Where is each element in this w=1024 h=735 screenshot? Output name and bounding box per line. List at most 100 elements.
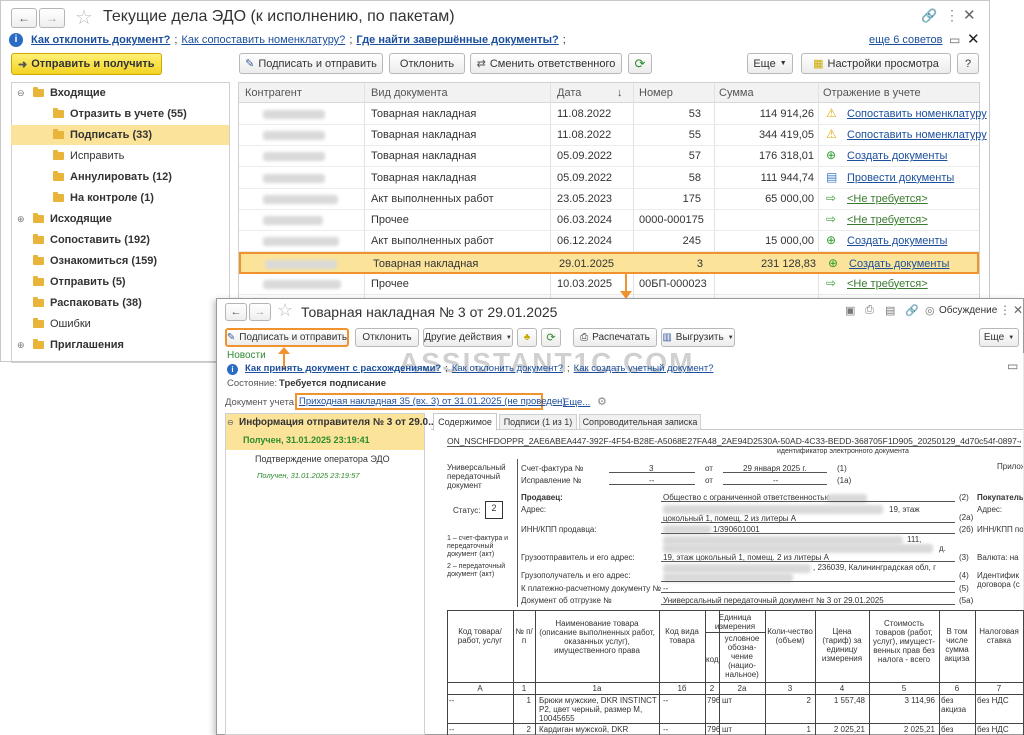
tree-item[interactable]: ⊕ Приглашения bbox=[11, 335, 229, 355]
attach-icon[interactable]: ▤ bbox=[885, 304, 895, 317]
collapse-icon[interactable]: ⊖ bbox=[227, 418, 234, 427]
table-cell: 1 bbox=[806, 725, 811, 734]
hint-link-accept-diff[interactable]: Как принять документ с расхождениями? bbox=[245, 363, 441, 374]
accounting-action-link[interactable]: Создать документы bbox=[847, 235, 947, 247]
table-row[interactable]: Товарная накладная 11.08.2022 55 344 419,05… bbox=[239, 125, 987, 147]
more-dots-icon[interactable]: ⋯ bbox=[549, 397, 559, 408]
acc-more-link[interactable]: Еще... bbox=[563, 397, 590, 408]
forward-button[interactable]: → bbox=[249, 303, 271, 321]
table-grid-line bbox=[815, 610, 816, 735]
accounting-action-link[interactable]: Сопоставить номенклатуру bbox=[847, 108, 987, 120]
doc-sign-send-button[interactable]: ✎ Подписать и отправить bbox=[225, 328, 349, 347]
other-actions-button[interactable]: Другие действия ▼ bbox=[423, 328, 513, 347]
more-vertical-icon[interactable]: ⋮ bbox=[999, 303, 1011, 317]
tree-item[interactable]: Распаковать (38) bbox=[11, 293, 229, 313]
more-tips-link[interactable]: еще 6 советов bbox=[869, 34, 942, 46]
acc-doc-link-box[interactable]: Приходная накладная 35 (вх. 3) от 31.01.… bbox=[295, 393, 566, 410]
accounting-action-link[interactable]: Создать документы bbox=[847, 150, 947, 162]
tab-signatures[interactable]: Подписи (1 из 1) bbox=[499, 414, 577, 430]
tree-item[interactable]: Отразить в учете (55) bbox=[11, 104, 229, 124]
close-hints-icon[interactable]: ✕ bbox=[967, 30, 980, 48]
doc-refresh-button[interactable]: ⟳ bbox=[541, 328, 561, 347]
table-row[interactable]: Акт выполненных работ 23.05.2023 175 65 000… bbox=[239, 189, 979, 210]
accounting-action-link[interactable]: <Не требуется> bbox=[847, 278, 928, 290]
sender-info-header: Информация отправителя № 3 от 29.0... bbox=[239, 417, 437, 428]
doc-more-button[interactable]: Еще ▼ bbox=[979, 328, 1019, 347]
table-row[interactable]: Товарная накладная 05.09.2022 57 176 318,01… bbox=[239, 146, 979, 168]
link-icon[interactable]: 🔗 bbox=[905, 304, 919, 317]
expand-toggle-icon[interactable]: ⊕ bbox=[17, 335, 25, 355]
col-header-number[interactable]: Номер bbox=[639, 87, 673, 99]
link-icon[interactable]: 🔗 bbox=[921, 8, 937, 24]
close-icon[interactable]: ✕ bbox=[1013, 303, 1023, 317]
gear-icon[interactable]: ⚙ bbox=[597, 395, 607, 408]
sign-send-button[interactable]: ✎ Подписать и отправить bbox=[239, 53, 383, 74]
tree-item[interactable]: Отправить (5) bbox=[11, 272, 229, 292]
tree-item[interactable]: ⊕ Исходящие bbox=[11, 209, 229, 229]
collapse-hints-icon[interactable]: ▭ bbox=[949, 33, 960, 47]
tree-item[interactable]: На контроле (1) bbox=[11, 188, 229, 208]
tree-item[interactable]: Ознакомиться (159) bbox=[11, 251, 229, 271]
reject-button[interactable]: Отклонить bbox=[389, 53, 465, 74]
operator-confirm[interactable]: Подтверждение оператора ЭДО bbox=[255, 454, 390, 464]
tab-cover-note[interactable]: Сопроводительная записка bbox=[579, 414, 701, 430]
acc-doc-link[interactable]: Приходная накладная 35 (вх. 3) от 31.01.… bbox=[299, 396, 566, 407]
tree-item[interactable]: Исправить bbox=[11, 146, 229, 166]
tree-item[interactable]: ⊖ Входящие bbox=[11, 83, 229, 103]
expand-toggle-icon[interactable]: ⊕ bbox=[17, 209, 25, 229]
collapse-hints-icon[interactable]: ▭ bbox=[1007, 359, 1018, 373]
table-row[interactable]: Товарная накладная 05.09.2022 58 111 944,74… bbox=[239, 168, 979, 189]
accounting-action-link[interactable]: Провести документы bbox=[847, 172, 954, 184]
favorite-star-icon[interactable]: ☆ bbox=[75, 5, 93, 30]
close-icon[interactable]: ✕ bbox=[963, 6, 976, 24]
chevron-down-icon: ▼ bbox=[779, 60, 787, 67]
save-icon[interactable]: ▣ bbox=[845, 304, 855, 317]
forward-button[interactable]: → bbox=[39, 8, 65, 28]
export-button[interactable]: ▥ Выгрузить ▼ bbox=[661, 328, 735, 347]
change-responsible-button[interactable]: ⇄ Сменить ответственного bbox=[470, 53, 622, 74]
discussion-link[interactable]: Обсуждение bbox=[939, 305, 997, 316]
col-header-accounting[interactable]: Отражение в учете bbox=[823, 87, 921, 99]
tree-item[interactable]: Сопоставить (192) bbox=[11, 230, 229, 250]
table-row[interactable]: Товарная накладная 11.08.2022 53 114 914,26… bbox=[239, 104, 987, 125]
print-icon[interactable]: ⎙ bbox=[865, 304, 874, 317]
hint-link-reject[interactable]: Как отклонить документ? bbox=[452, 363, 563, 374]
tree-item-label: Исходящие bbox=[50, 213, 112, 225]
accounting-action-link[interactable]: Сопоставить номенклатуру bbox=[847, 129, 987, 141]
tree-item[interactable]: Подписать (33) bbox=[11, 125, 229, 145]
table-row[interactable]: Прочее 10.03.2025 00БП-000023 ⇨ <Не требуетс… bbox=[239, 274, 979, 295]
help-button[interactable]: ? bbox=[957, 53, 979, 74]
col-header-counterparty[interactable]: Контрагент bbox=[245, 87, 302, 99]
hint-link-reject[interactable]: Как отклонить документ? bbox=[31, 34, 170, 46]
hint-link-create[interactable]: Как создать учетный документ? bbox=[574, 363, 714, 374]
accounting-action-link[interactable]: <Не требуется> bbox=[847, 214, 928, 226]
hint-link-match[interactable]: Как сопоставить номенклатуру? bbox=[181, 34, 345, 46]
more-vertical-icon[interactable]: ⋮ bbox=[945, 7, 959, 24]
counterparty-redacted bbox=[263, 216, 323, 225]
col-header-sum[interactable]: Сумма bbox=[719, 87, 754, 99]
favorite-star-icon[interactable]: ☆ bbox=[277, 300, 293, 321]
back-button[interactable]: ← bbox=[11, 8, 37, 28]
news-link[interactable]: Новости bbox=[227, 350, 266, 361]
tree-item[interactable]: Ошибки bbox=[11, 314, 229, 334]
print-button[interactable]: ⎙ Распечатать bbox=[573, 328, 657, 347]
accounting-action-link[interactable]: Создать документы bbox=[849, 258, 949, 270]
more-button[interactable]: Еще ▼ bbox=[747, 53, 793, 74]
table-row[interactable]: Акт выполненных работ 06.12.2024 245 15 000… bbox=[239, 231, 979, 253]
doc-reject-button[interactable]: Отклонить bbox=[355, 328, 419, 347]
col-header-doc-type[interactable]: Вид документа bbox=[371, 87, 448, 99]
table-row[interactable]: Прочее 06.03.2024 0000-000175 ⇨ <Не требуетс… bbox=[239, 210, 979, 231]
back-button[interactable]: ← bbox=[225, 303, 247, 321]
view-settings-button[interactable]: ▦ Настройки просмотра bbox=[801, 53, 951, 74]
refresh-button[interactable]: ⟳ bbox=[628, 53, 652, 74]
hint-link-find[interactable]: Где найти завершённые документы? bbox=[356, 34, 558, 46]
table-row[interactable]: Товарная накладная 29.01.2025 3 231 128,83 ⊕… bbox=[239, 252, 979, 275]
send-receive-button[interactable]: ➜ Отправить и получить bbox=[11, 53, 162, 75]
tab-content[interactable]: Содержимое bbox=[433, 413, 497, 431]
export-icon: ▥ bbox=[662, 332, 672, 343]
structure-button[interactable]: ♣ bbox=[517, 328, 537, 347]
accounting-action-link[interactable]: <Не требуется> bbox=[847, 193, 928, 205]
col-header-date[interactable]: Дата bbox=[557, 87, 581, 99]
tree-item[interactable]: Аннулировать (12) bbox=[11, 167, 229, 187]
expand-toggle-icon[interactable]: ⊖ bbox=[17, 83, 25, 103]
